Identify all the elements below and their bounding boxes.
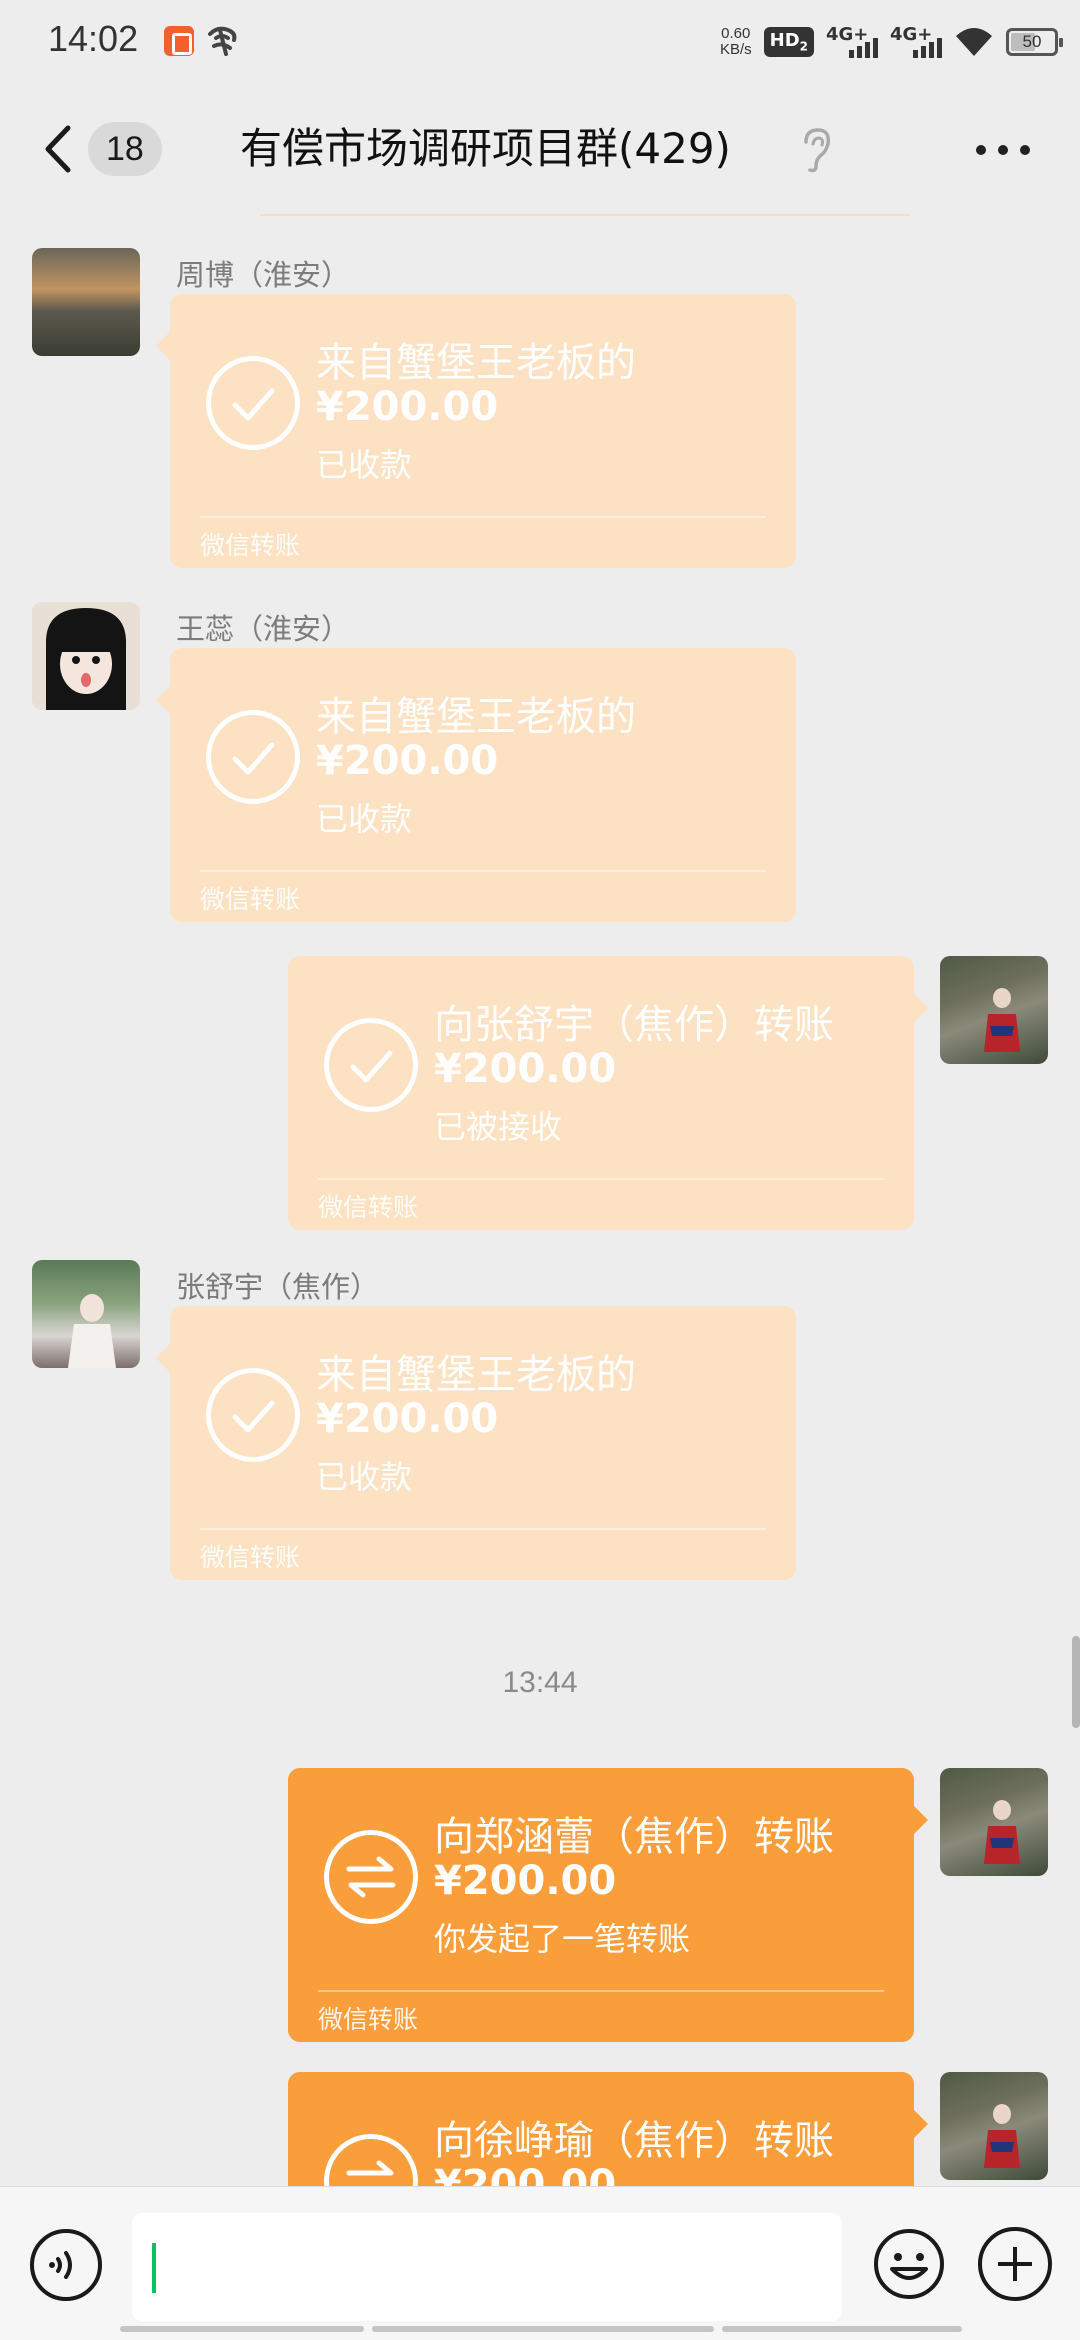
add-more-icon[interactable]	[978, 2227, 1052, 2301]
signal-icon: 4G+	[826, 24, 878, 60]
transfer-status: 已收款	[316, 800, 413, 838]
divider	[318, 1990, 884, 1992]
transfer-title: 向张舒宇（焦作）转账	[434, 1002, 834, 1048]
transfer-title: 来自蟹堡王老板的	[316, 340, 636, 386]
network-speed: 0.60 KB/s	[719, 25, 752, 58]
chat-input-bar	[0, 2186, 1080, 2340]
nav-indicator	[722, 2326, 962, 2332]
avatar-illustration	[46, 608, 126, 710]
avatar-figure	[68, 1294, 116, 1368]
check-icon	[206, 710, 300, 804]
divider	[260, 214, 910, 216]
avatar-figure	[984, 988, 1020, 1052]
message-input[interactable]	[132, 2213, 842, 2321]
transfer-status: 已收款	[316, 446, 413, 484]
transfer-status: 已收款	[316, 1458, 413, 1496]
avatar-figure	[984, 1800, 1020, 1864]
transfer-received-bubble[interactable]: 来自蟹堡王老板的 ¥200.00 已收款 微信转账	[156, 294, 796, 568]
avatar[interactable]	[32, 248, 140, 356]
transfer-title: 向郑涵蕾（焦作）转账	[434, 1814, 834, 1860]
sender-name: 张舒宇（焦作）	[176, 1270, 380, 1304]
more-options-icon[interactable]	[976, 138, 1030, 162]
transfer-footer: 微信转账	[200, 1543, 301, 1572]
sender-name: 王蕊（淮安）	[176, 612, 351, 646]
transfer-footer: 微信转账	[318, 2005, 419, 2034]
text-cursor	[152, 2243, 156, 2293]
transfer-footer: 微信转账	[200, 531, 301, 560]
transfer-amount: ¥200.00	[316, 384, 499, 430]
unread-count-badge[interactable]: 18	[88, 122, 162, 176]
message-timestamp: 13:44	[502, 1666, 578, 1699]
my-avatar[interactable]	[940, 956, 1048, 1064]
emoji-icon[interactable]	[872, 2227, 946, 2301]
back-arrow-icon[interactable]	[38, 122, 78, 176]
my-avatar[interactable]	[940, 1768, 1048, 1876]
check-icon	[324, 1018, 418, 1112]
transfer-received-bubble[interactable]: 来自蟹堡王老板的 ¥200.00 已收款 微信转账	[156, 1306, 796, 1580]
avatar[interactable]	[32, 602, 140, 710]
transfer-received-bubble[interactable]: 来自蟹堡王老板的 ¥200.00 已收款 微信转账	[156, 648, 796, 922]
avatar-figure	[984, 2104, 1020, 2168]
divider	[318, 1178, 884, 1180]
transfer-title: 来自蟹堡王老板的	[316, 694, 636, 740]
signal-icon-2: 4G+	[890, 24, 942, 60]
avatar[interactable]	[32, 1260, 140, 1368]
transfer-sent-bubble[interactable]: 向张舒宇（焦作）转账 ¥200.00 已被接收 微信转账	[288, 956, 928, 1230]
battery-icon: 50	[1006, 28, 1063, 56]
nav-indicator	[372, 2326, 714, 2332]
transfer-pending-bubble[interactable]: 向郑涵蕾（焦作）转账 ¥200.00 你发起了一笔转账 微信转账	[288, 1768, 928, 2042]
nav-indicator	[120, 2326, 364, 2332]
divider	[200, 516, 766, 518]
transfer-status: 你发起了一笔转账	[434, 1920, 691, 1958]
wifi-icon	[956, 28, 992, 56]
page-title: 有偿市场调研项目群(429)	[240, 124, 731, 173]
transfer-amount: ¥200.00	[434, 1046, 617, 1092]
status-time: 14:02	[48, 18, 139, 59]
sender-name: 周博（淮安）	[176, 258, 351, 292]
check-icon	[206, 356, 300, 450]
divider	[200, 870, 766, 872]
transfer-status: 已被接收	[434, 1108, 563, 1146]
status-bar: 14:02 0.60 KB/s HD2 4G+ 4G+ 50	[0, 0, 1080, 84]
hd-voice-icon: HD2	[763, 27, 814, 57]
divider	[200, 1528, 766, 1530]
transfer-amount: ¥200.00	[316, 738, 499, 784]
chat-header: 18 有偿市场调研项目群(429)	[0, 84, 1080, 216]
my-avatar[interactable]	[940, 2072, 1048, 2180]
app-notification-icon	[164, 26, 194, 56]
scrollbar[interactable]	[1072, 1636, 1080, 1728]
earpiece-mode-icon	[804, 128, 831, 173]
transfer-arrows-icon	[324, 1830, 418, 1924]
transfer-footer: 微信转账	[318, 1193, 419, 1222]
transfer-amount: ¥200.00	[434, 1858, 617, 1904]
check-icon	[206, 1368, 300, 1462]
transfer-title: 来自蟹堡王老板的	[316, 1352, 636, 1398]
transfer-amount: ¥200.00	[316, 1396, 499, 1442]
china-telecom-icon	[208, 26, 237, 56]
transfer-footer: 微信转账	[200, 885, 301, 914]
transfer-title: 向徐峥瑜（焦作）转账	[434, 2118, 834, 2164]
voice-input-icon[interactable]	[30, 2229, 102, 2301]
